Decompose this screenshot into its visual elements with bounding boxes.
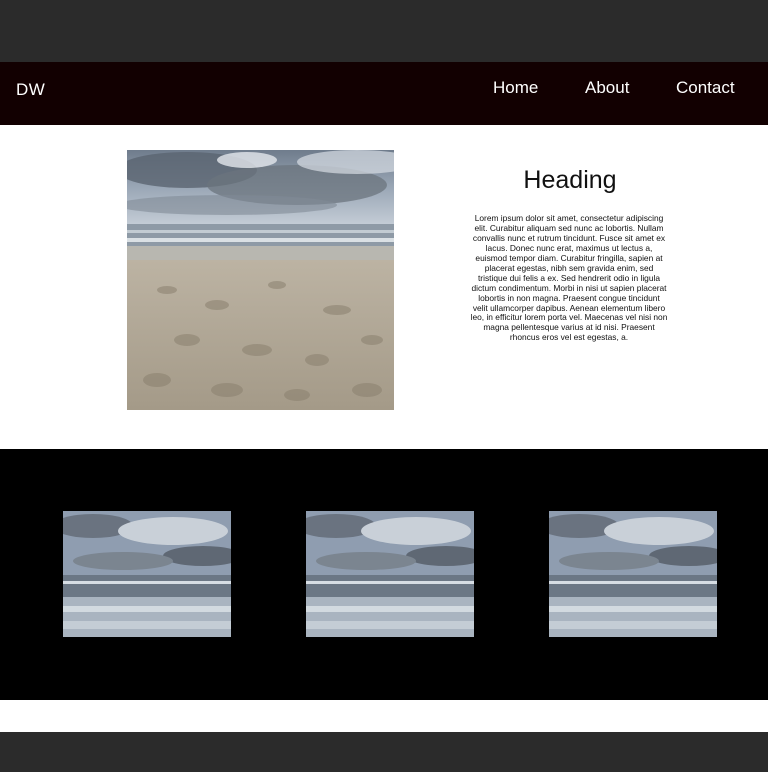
gallery-photo-3 [549, 511, 717, 637]
beach-photo [127, 150, 394, 410]
gallery-section [0, 449, 768, 700]
site-header: DW Home About Contact [0, 62, 768, 125]
nav-link-about[interactable]: About [585, 78, 629, 98]
hero-paragraph: Lorem ipsum dolor sit amet, consectetur … [470, 213, 668, 343]
footer-spacer [0, 700, 768, 732]
hero-section: Heading Lorem ipsum dolor sit amet, cons… [0, 125, 768, 449]
bottom-margin-bar [0, 732, 768, 772]
gallery-photo-2 [306, 511, 474, 637]
nav-link-contact[interactable]: Contact [676, 78, 735, 98]
gallery-photo-1 [63, 511, 231, 637]
nav-link-home[interactable]: Home [493, 78, 538, 98]
site-logo[interactable]: DW [16, 80, 45, 100]
page-heading: Heading [523, 165, 617, 194]
top-margin-bar [0, 0, 768, 62]
